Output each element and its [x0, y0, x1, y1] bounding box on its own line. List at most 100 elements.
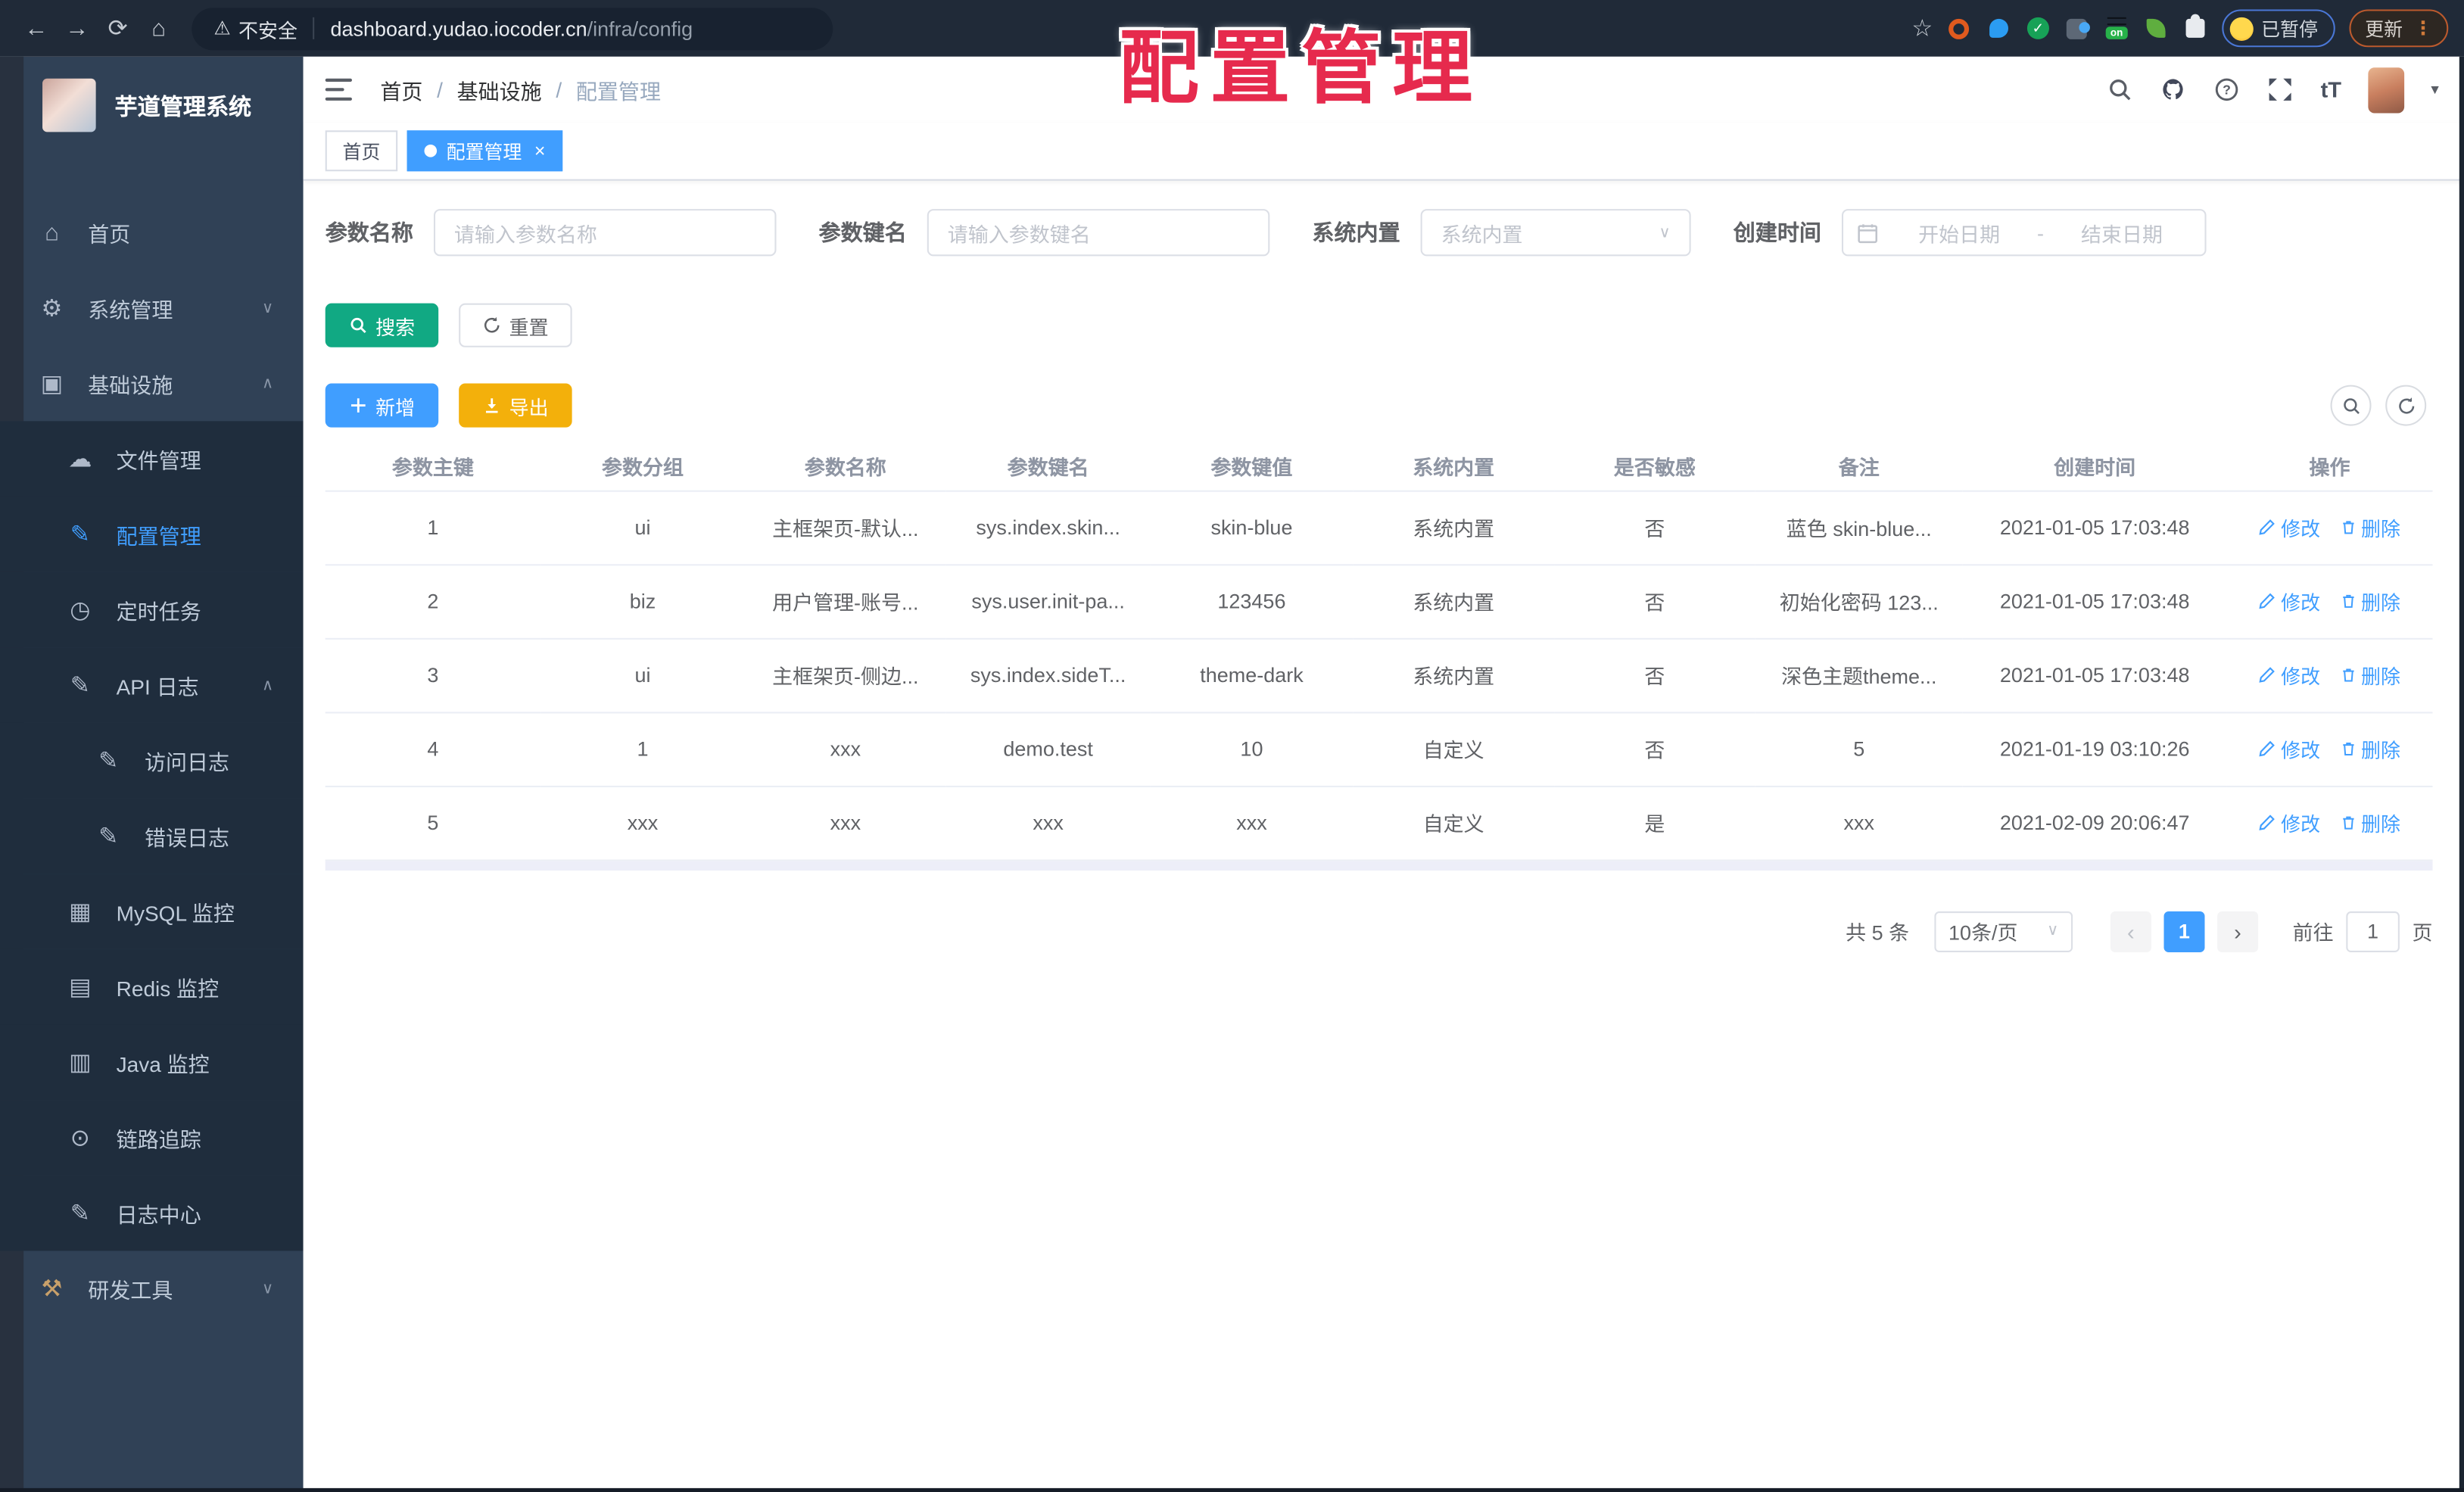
- sidebar-item-label: API 日志: [116, 675, 199, 699]
- extension-leaf-icon[interactable]: [2143, 16, 2168, 41]
- sidebar-item-Redis 监控[interactable]: ▤ Redis 监控: [0, 948, 304, 1025]
- sidebar-item-MySQL 监控[interactable]: ▦ MySQL 监控: [0, 874, 304, 949]
- table-cell-actions: 修改 删除: [2226, 564, 2433, 639]
- goto-page-input[interactable]: 1: [2346, 910, 2400, 952]
- filter-type-select[interactable]: 系统内置 ∨: [1420, 209, 1691, 257]
- sidebar-item-日志中心[interactable]: ✎ 日志中心: [0, 1175, 304, 1251]
- chevron-up-icon: ∧: [261, 375, 274, 392]
- extensions-puzzle-icon[interactable]: [2182, 14, 2207, 41]
- home-icon: ⌂: [45, 219, 59, 246]
- home-icon[interactable]: ⌂: [139, 15, 179, 42]
- filter-key-label: 参数键名: [818, 220, 907, 245]
- table-cell: skin-blue: [1150, 490, 1353, 565]
- row-delete-link[interactable]: 删除: [2339, 734, 2400, 763]
- row-edit-link[interactable]: 修改: [2259, 586, 2320, 615]
- table-bottom-track: [325, 860, 2433, 871]
- next-page-button[interactable]: ›: [2217, 910, 2259, 952]
- filter-form: 参数名称 请输入参数名称 参数键名 请输入参数键名 系统内置 系统内置 ∨ 创建…: [326, 209, 2433, 257]
- extension-green-check-icon[interactable]: ✓: [2026, 16, 2051, 41]
- table-cell: sys.index.skin...: [945, 490, 1151, 565]
- table-cell: 4: [325, 712, 541, 786]
- table-cell: 用户管理-账号...: [744, 564, 946, 639]
- svg-text:?: ?: [2223, 83, 2232, 98]
- search-icon[interactable]: [2107, 76, 2133, 103]
- refresh-circle-button[interactable]: [2385, 385, 2427, 426]
- mysql-icon: ▦: [69, 899, 92, 926]
- filter-name-input[interactable]: 请输入参数名称: [433, 209, 777, 257]
- sidebar-item-文件管理[interactable]: ☁ 文件管理: [0, 421, 304, 497]
- forward-icon[interactable]: →: [57, 15, 98, 42]
- tab-close-icon[interactable]: ×: [534, 140, 546, 162]
- breadcrumb-item-基础设施[interactable]: 基础设施: [457, 74, 542, 106]
- extension-on-badge-icon[interactable]: on: [2104, 16, 2129, 41]
- sidebar-item-系统管理[interactable]: ⚙ 系统管理 ∨: [0, 270, 304, 346]
- breadcrumb-separator: /: [437, 77, 443, 101]
- sidebar-item-错误日志[interactable]: ✎ 错误日志: [0, 798, 304, 874]
- fullscreen-icon[interactable]: [2267, 76, 2294, 103]
- extension-gray-icon[interactable]: [2065, 16, 2091, 41]
- row-delete-link[interactable]: 删除: [2339, 660, 2400, 690]
- sidebar-item-首页[interactable]: ⌂ 首页: [0, 195, 304, 270]
- help-icon[interactable]: ?: [2213, 76, 2240, 103]
- search-button[interactable]: 搜索: [325, 303, 439, 347]
- github-icon[interactable]: [2160, 76, 2187, 103]
- table-cell: xxx: [744, 712, 946, 786]
- export-button[interactable]: 导出: [459, 383, 572, 428]
- table-cell: 主框架页-默认...: [744, 490, 946, 565]
- sidebar-item-访问日志[interactable]: ✎ 访问日志: [0, 722, 304, 799]
- page-size-select[interactable]: 10条/页 ∨: [1934, 910, 2073, 952]
- table-cell: 5: [325, 785, 541, 861]
- menu-kebab-icon[interactable]: ⋮: [2414, 17, 2433, 39]
- chevron-down-icon: ∨: [261, 299, 274, 317]
- tab-首页[interactable]: 首页: [325, 130, 398, 172]
- reset-button[interactable]: 重置: [459, 303, 572, 347]
- extension-orange-icon[interactable]: [1947, 16, 1972, 41]
- table-row: 3 ui 主框架页-侧边... sys.index.sideT... theme-dar…: [325, 637, 2433, 713]
- sidebar-item-链路追踪[interactable]: ⊙ 链路追踪: [0, 1100, 304, 1176]
- sidebar-item-配置管理[interactable]: ✎ 配置管理: [0, 496, 304, 572]
- sidebar-item-定时任务[interactable]: ◷ 定时任务: [0, 572, 304, 648]
- filter-key-input[interactable]: 请输入参数键名: [927, 209, 1270, 257]
- table-cell: 主框架页-侧边...: [744, 637, 946, 713]
- chrome-update-button[interactable]: 更新 ⋮: [2349, 9, 2449, 48]
- filter-date-range[interactable]: 开始日期 - 结束日期: [1841, 209, 2207, 257]
- add-button[interactable]: 新增: [325, 383, 439, 428]
- row-delete-link[interactable]: 删除: [2339, 586, 2400, 615]
- table-row: 2 biz 用户管理-账号... sys.user.init-pa... 123456 系…: [325, 564, 2433, 639]
- table-cell: 5: [1755, 712, 1963, 786]
- sidebar-item-Java 监控[interactable]: ▥ Java 监控: [0, 1024, 304, 1101]
- extension-pin-icon[interactable]: [1986, 16, 2011, 41]
- row-delete-link[interactable]: 删除: [2339, 808, 2400, 837]
- address-bar[interactable]: ⚠ 不安全 dashboard.yudao.iocoder.cn /infra/…: [192, 7, 833, 50]
- sidebar-item-API 日志[interactable]: ✎ API 日志 ∧: [0, 647, 304, 723]
- sidebar-menu: ⌂ 首页 ⚙ 系统管理 ∨ ▣ 基础设施 ∧ ☁ 文件管理 ✎ 配置管理 ◷ 定时任务 ✎ API 日志 ∧ ✎ 访…: [0, 195, 304, 1326]
- row-delete-link[interactable]: 删除: [2339, 512, 2400, 542]
- tab-配置管理[interactable]: 配置管理 ×: [407, 130, 563, 172]
- font-size-icon[interactable]: tT: [2321, 77, 2341, 102]
- infrastructure-icon: ▣: [40, 370, 64, 398]
- current-page-button[interactable]: 1: [2163, 910, 2205, 952]
- sidebar-item-label: 系统管理: [88, 298, 173, 322]
- table-cell: 2021-01-05 17:03:48: [1962, 564, 2227, 639]
- row-edit-link[interactable]: 修改: [2259, 808, 2320, 837]
- avatar-caret-down-icon[interactable]: ▾: [2431, 81, 2438, 98]
- main-area: 首页 / 基础设施 / 配置管理 ? tT ▾ 首页 配置管理 × 参数名称 请…: [303, 56, 2464, 1492]
- user-avatar[interactable]: [2368, 67, 2405, 113]
- breadcrumb-item-首页[interactable]: 首页: [380, 74, 422, 106]
- sidebar-item-研发工具[interactable]: ⚒ 研发工具 ∨: [0, 1251, 304, 1326]
- chevron-down-icon: ∨: [1659, 223, 1671, 241]
- row-edit-link[interactable]: 修改: [2259, 660, 2320, 690]
- hide-search-circle-button[interactable]: [2330, 385, 2372, 426]
- app-logo-row[interactable]: 芋道管理系统: [0, 57, 304, 154]
- row-edit-link[interactable]: 修改: [2259, 734, 2320, 763]
- sidebar-item-基础设施[interactable]: ▣ 基础设施 ∧: [0, 346, 304, 422]
- back-icon[interactable]: ←: [16, 15, 57, 42]
- sidebar-toggle-icon[interactable]: [325, 78, 353, 101]
- prev-page-button[interactable]: ‹: [2110, 910, 2151, 952]
- column-header-操作: 操作: [2226, 443, 2433, 491]
- bookmark-star-icon[interactable]: ☆: [1911, 14, 1933, 42]
- table-row: 5 xxx xxx xxx xxx 自定义是 xxx 2021-02-09 20:06:47 修…: [325, 785, 2433, 861]
- profile-paused-badge[interactable]: 已暂停: [2222, 9, 2335, 48]
- row-edit-link[interactable]: 修改: [2259, 512, 2320, 542]
- reload-icon[interactable]: ⟳: [98, 14, 139, 42]
